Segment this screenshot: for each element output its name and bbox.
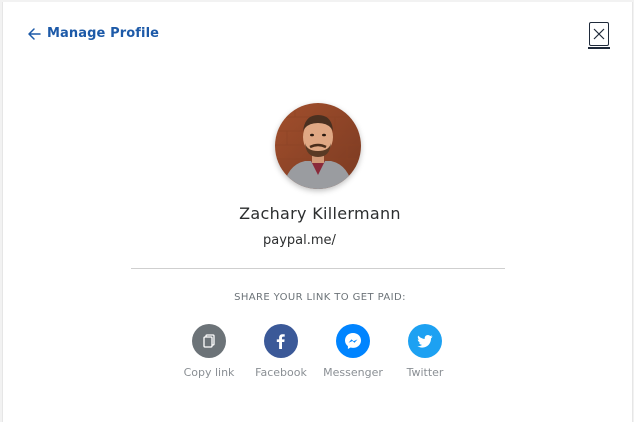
share-copy-link-button[interactable]: Copy link xyxy=(174,324,244,379)
twitter-circle xyxy=(408,324,442,358)
copy-link-circle xyxy=(192,324,226,358)
avatar xyxy=(275,103,361,189)
share-facebook-button[interactable]: Facebook xyxy=(246,324,316,379)
back-link-label: Manage Profile xyxy=(47,26,160,41)
facebook-circle xyxy=(264,324,298,358)
copy-link-label: Copy link xyxy=(183,366,235,379)
facebook-label: Facebook xyxy=(255,366,307,379)
share-messenger-button[interactable]: Messenger xyxy=(318,324,388,379)
facebook-icon xyxy=(276,334,285,349)
profile-photo xyxy=(275,103,361,189)
share-twitter-button[interactable]: Twitter xyxy=(390,324,460,379)
twitter-label: Twitter xyxy=(406,366,444,379)
twitter-icon xyxy=(417,335,433,348)
profile-panel: Manage Profile Zachary Killermann paypal… xyxy=(2,2,633,422)
arrow-left-icon xyxy=(28,27,41,40)
manage-profile-back-link[interactable]: Manage Profile xyxy=(27,26,159,41)
profile-name: Zachary Killermann xyxy=(239,204,401,223)
close-button[interactable] xyxy=(588,22,610,49)
copy-icon xyxy=(203,334,215,348)
messenger-label: Messenger xyxy=(323,366,383,379)
close-icon xyxy=(593,28,605,40)
share-heading: SHARE YOUR LINK TO GET PAID: xyxy=(234,292,406,303)
messenger-icon xyxy=(345,333,361,349)
divider xyxy=(131,268,505,269)
messenger-circle xyxy=(336,324,370,358)
profile-url: paypal.me/ xyxy=(263,233,336,248)
